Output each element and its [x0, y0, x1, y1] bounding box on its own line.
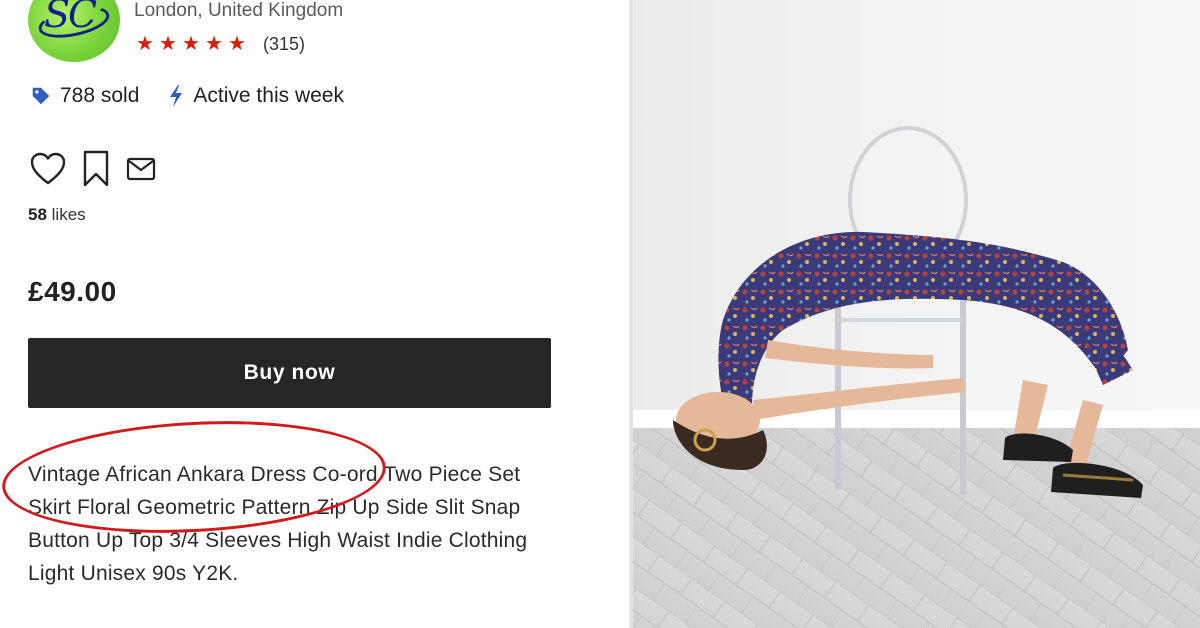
- seller-location: London, United Kingdom: [134, 0, 344, 21]
- likes-label: likes: [46, 205, 86, 224]
- seller-avatar[interactable]: SC: [28, 0, 120, 62]
- star-icon: ★: [205, 33, 223, 55]
- buy-now-button[interactable]: Buy now: [28, 338, 551, 408]
- star-icon: ★: [159, 33, 177, 55]
- like-button[interactable]: [30, 152, 66, 186]
- seller-stats: 788 sold Active this week: [30, 84, 344, 108]
- product-details-panel: SC London, United Kingdom ★ ★ ★ ★ ★ (315…: [0, 0, 630, 628]
- envelope-icon: [126, 157, 156, 181]
- star-icon: ★: [228, 33, 246, 55]
- activity-status: Active this week: [193, 84, 344, 107]
- product-photo-illustration: [633, 0, 1200, 628]
- seller-rating[interactable]: ★ ★ ★ ★ ★ (315): [136, 32, 305, 56]
- star-icon: ★: [182, 33, 200, 55]
- message-button[interactable]: [126, 156, 156, 182]
- save-button[interactable]: [82, 150, 110, 188]
- lightning-bolt-icon: [170, 85, 183, 107]
- price-tag-icon: [32, 87, 50, 105]
- sold-count: 788 sold: [60, 84, 140, 107]
- likes-number: 58: [28, 205, 47, 224]
- product-photo[interactable]: [633, 0, 1200, 628]
- heart-icon: [30, 152, 66, 185]
- likes-count: 58 likes: [28, 205, 86, 225]
- listing-actions: [30, 150, 172, 188]
- review-count: (315): [263, 33, 306, 54]
- price: £49.00: [28, 276, 117, 307]
- star-icon: ★: [136, 33, 154, 55]
- bookmark-icon: [83, 150, 109, 187]
